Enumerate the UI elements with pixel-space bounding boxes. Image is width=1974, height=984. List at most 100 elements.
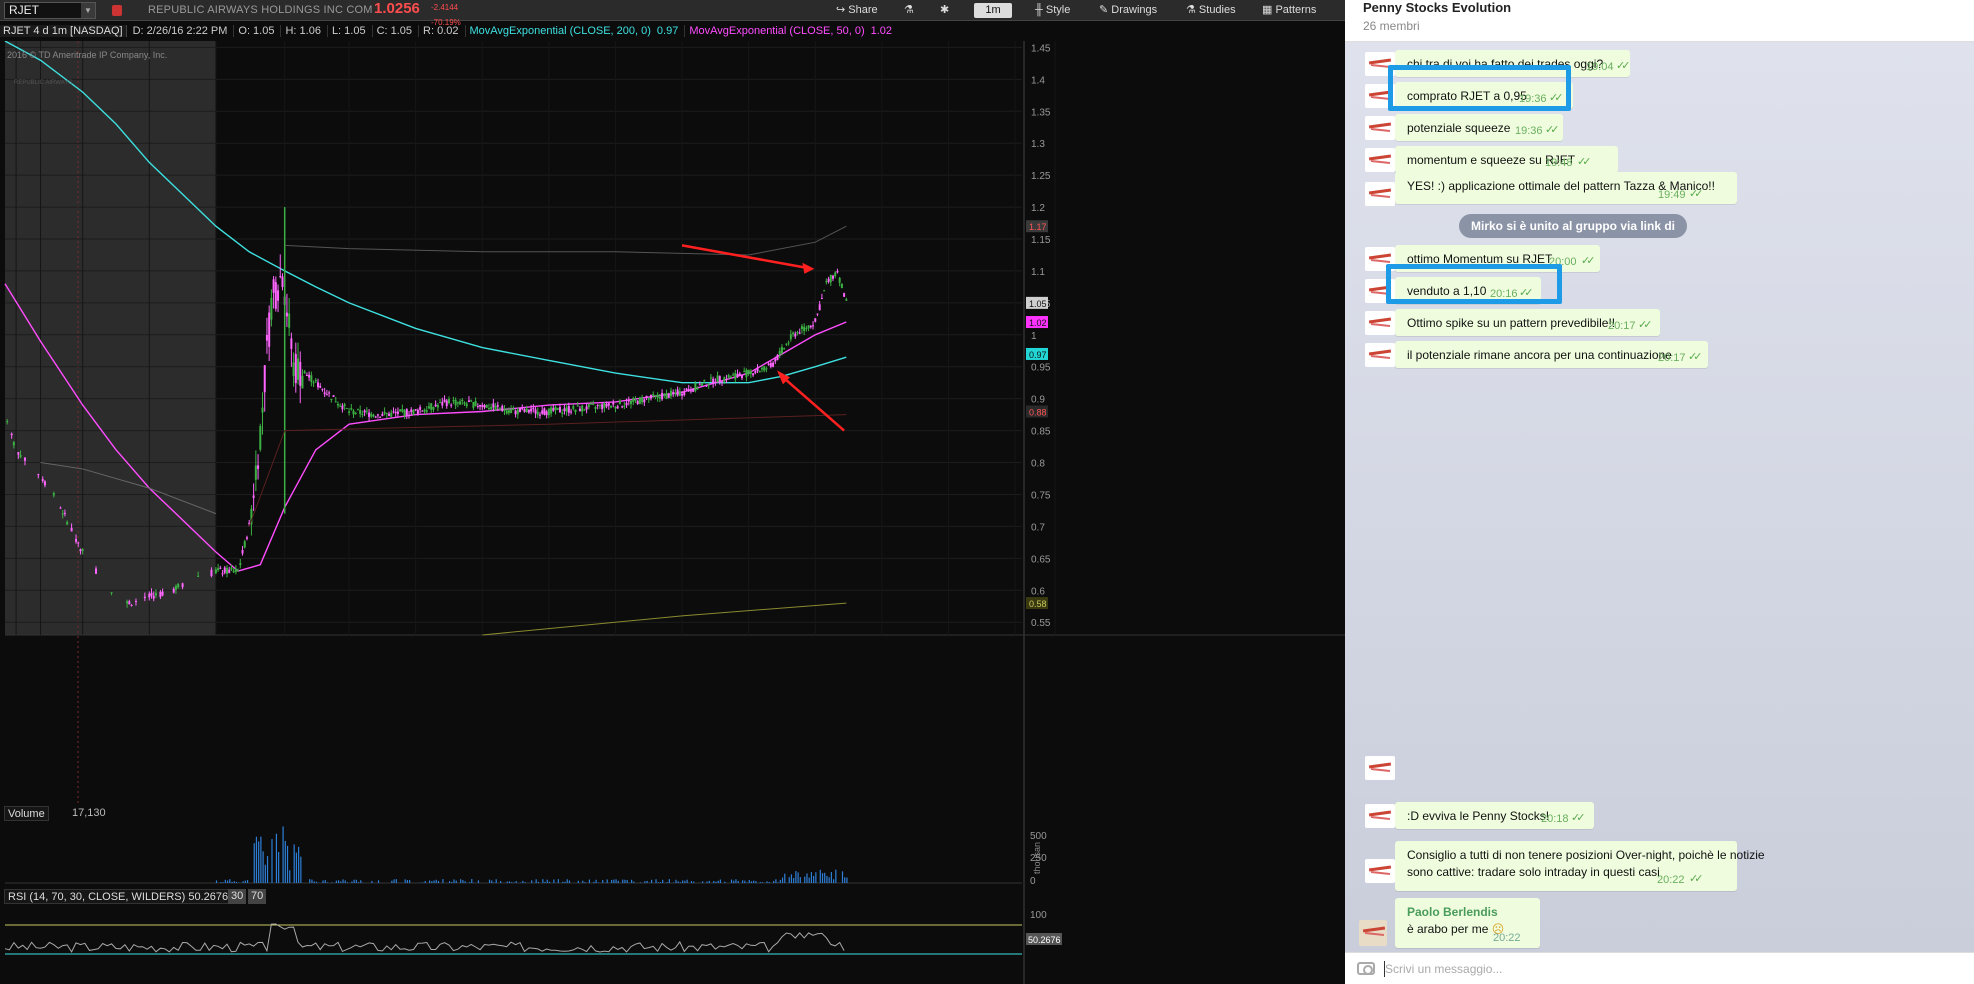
candle-body [323,392,326,395]
candle-body [501,406,504,412]
flask-button[interactable]: ⚗ [904,3,914,18]
candle-body [645,395,648,398]
candle-body [237,570,240,572]
candle-body [174,585,177,590]
volume-bar [244,880,246,883]
volume-bar [564,881,566,883]
candle-body [294,354,297,384]
volume-bar [657,882,659,883]
volume-label[interactable]: Volume [4,806,49,821]
copyright-text: 2016 © TD Ameritrade IP Company, Inc. [7,50,168,60]
candle-body [756,367,759,372]
avatar[interactable] [1365,804,1395,828]
settings-button[interactable]: ✱ [940,3,949,18]
candle-body [379,416,382,418]
volume-bar [493,882,495,883]
volume-bar [686,879,688,883]
volume-chart[interactable]: 5002500thousan [0,804,1345,888]
chat-message[interactable]: potenziale squeeze 19:36 ✓✓ [1395,114,1563,141]
user-avatar[interactable] [1359,920,1387,946]
sender-name[interactable]: Paolo Berlendis [1407,905,1498,920]
avatar[interactable] [1365,116,1395,140]
candle-body [152,595,155,599]
volume-bar [313,881,315,883]
volume-bar [662,879,664,883]
avatar[interactable] [1365,182,1395,206]
volume-bar [253,843,255,883]
price-change: -2.4144 -70.19% [431,0,461,27]
member-count[interactable]: 26 membri [1363,19,1420,33]
candle-body [259,426,262,450]
chat-message[interactable]: YES! :) applicazione ottimale del patter… [1395,172,1737,204]
candle-body [625,402,628,406]
volume-bar [295,852,298,883]
chat-message[interactable]: :D evviva le Penny Stocks! 20:18 ✓✓ [1395,802,1594,829]
volume-bar [566,879,568,883]
volume-bar [813,875,815,883]
chat-message[interactable]: Paolo Berlendis è arabo per me ☹ 20:22 [1395,898,1540,948]
volume-bar [624,879,626,883]
avatar[interactable] [1365,311,1395,335]
message-time: 20:22 [1657,874,1685,886]
ema200-label[interactable]: MovAvgExponential (CLOSE, 200, 0) [464,25,651,37]
ema50-label[interactable]: MovAvgExponential (CLOSE, 50, 0) [684,25,865,37]
alert-flag-icon[interactable] [112,5,122,16]
message-input[interactable] [1385,959,1945,979]
volume-bar [690,881,693,883]
volume-bar [746,882,748,883]
chat-message[interactable]: Consiglio a tutti di non tenere posizion… [1395,841,1765,891]
candle-body [752,373,755,376]
volume-bar [522,880,524,883]
candle-body [17,452,20,455]
avatar[interactable] [1365,343,1395,367]
volume-bar [377,880,380,883]
volume-bar [693,881,695,883]
candle-body [823,290,826,292]
avatar[interactable] [1365,148,1395,172]
volume-bar [779,879,781,883]
message-text: potenziale squeeze [1407,121,1511,135]
message-text: :D evviva le Penny Stocks! [1407,809,1550,823]
patterns-button[interactable]: ▦ Patterns [1262,3,1316,18]
volume-bar [844,877,846,883]
candle-body [827,278,830,282]
chat-message[interactable]: Ottimo spike su un pattern prevedibile!!… [1395,309,1660,336]
volume-bar [748,879,750,883]
candle-body [427,406,430,409]
message-time: 19:36 [1515,125,1543,137]
avatar[interactable] [1365,859,1395,883]
group-name[interactable]: Penny Stocks Evolution [1363,0,1511,15]
candle-body [376,414,379,416]
candle-body [241,549,244,554]
style-button[interactable]: ╫ Style [1035,3,1070,18]
studies-button[interactable]: ⚗ Studies [1186,3,1236,18]
period-button[interactable]: 1m [974,3,1012,18]
volume-bar [741,880,744,883]
candle-body [281,276,284,287]
candle-body [630,400,633,405]
candle-body [643,399,646,403]
candle-body [272,279,275,293]
volume-bar [553,879,555,883]
candle-body [334,401,337,403]
candle-body [210,569,213,577]
chat-message[interactable]: il potenziale rimane ancora per una cont… [1395,341,1708,368]
candle-body [505,410,508,414]
share-button[interactable]: ↪ Share [836,3,878,18]
drawings-button[interactable]: ✎ Drawings [1099,3,1157,18]
volume-bar [298,846,300,883]
chart-symbol-desc[interactable]: RJET 4 d 1m [NASDAQ] [0,25,127,37]
chat-header[interactable]: Penny Stocks Evolution 26 membri [1345,0,1974,42]
candle-body [834,272,837,277]
symbol-input[interactable]: RJET ▼ [4,2,96,19]
double-check-icon: ✓✓ [1616,60,1631,72]
camera-icon[interactable] [1357,962,1375,975]
chat-message[interactable]: momentum e squeeze su RJET 19:48 ✓✓ [1395,146,1618,173]
volume-bar [830,872,832,883]
price-chart[interactable]: 1.45 1.4 1.35 1.3 1.25 1.2 1.15 1.1 1.05 1 0.95 0.9… [0,41,1345,804]
chevron-down-icon[interactable]: ▼ [81,3,95,18]
volume-bar [340,881,342,883]
avatar[interactable] [1365,756,1395,780]
candle-body [348,411,351,413]
rsi-label[interactable]: RSI (14, 70, 30, CLOSE, WILDERS) 50.2676 [4,889,233,904]
